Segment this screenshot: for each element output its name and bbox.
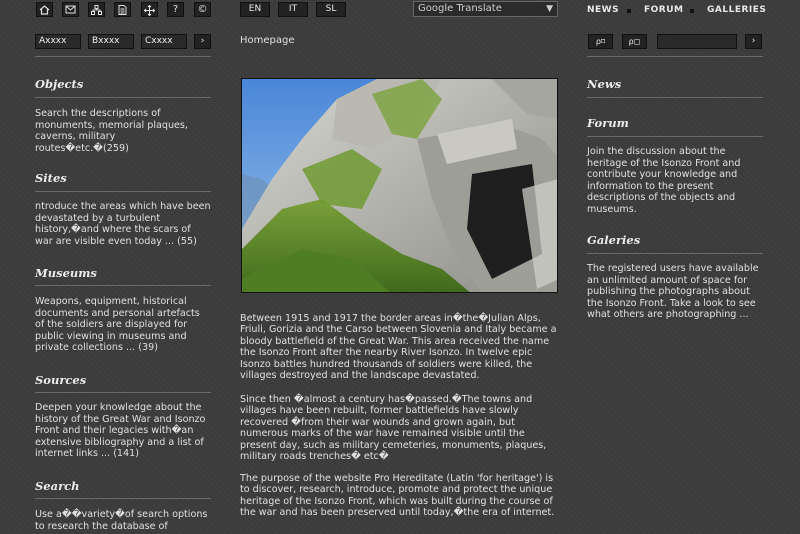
- divider: [587, 97, 763, 98]
- divider: [35, 97, 211, 98]
- nav-separator: [690, 9, 694, 13]
- search-input[interactable]: [657, 34, 737, 49]
- divider: [35, 498, 211, 499]
- sitemap-icon[interactable]: [88, 2, 105, 17]
- mail-icon[interactable]: [62, 2, 79, 17]
- field-c[interactable]: Cxxxx: [141, 34, 187, 49]
- galeries-description: The registered users have available an u…: [587, 263, 759, 320]
- divider: [587, 136, 763, 137]
- google-translate-select[interactable]: Google Translate ▼: [413, 1, 558, 17]
- heading-search[interactable]: Search: [35, 479, 80, 493]
- heading-sites[interactable]: Sites: [35, 171, 67, 185]
- chevron-down-icon: ▼: [546, 4, 553, 14]
- intro-paragraph-2: Since then �almost a century has�passed.…: [240, 394, 547, 463]
- heading-objects[interactable]: Objects: [35, 77, 83, 91]
- document-icon[interactable]: [114, 2, 131, 17]
- lang-sl-button[interactable]: SL: [316, 2, 346, 17]
- lang-it-button[interactable]: IT: [278, 2, 308, 17]
- divider: [35, 392, 211, 393]
- intro-paragraph-3: The purpose of the website Pro Hereditat…: [240, 473, 555, 519]
- divider: [587, 253, 763, 254]
- nav-separator: [627, 9, 631, 13]
- google-translate-label: Google Translate: [418, 3, 502, 14]
- museums-description: Weapons, equipment, historical documents…: [35, 296, 200, 353]
- heading-galeries[interactable]: Galeries: [587, 233, 640, 247]
- go-button[interactable]: ›: [194, 34, 211, 49]
- heading-forum[interactable]: Forum: [587, 116, 629, 130]
- heading-news[interactable]: News: [587, 77, 621, 91]
- mountain-photo-illustration: [242, 79, 557, 292]
- search-option-button[interactable]: ⍴⌑: [588, 34, 613, 49]
- search-option-button-2[interactable]: ⍴◻: [622, 34, 647, 49]
- field-b[interactable]: Bxxxx: [88, 34, 134, 49]
- heading-sources[interactable]: Sources: [35, 373, 86, 387]
- objects-description: Search the descriptions of monuments, me…: [35, 108, 188, 154]
- divider: [35, 285, 211, 286]
- divider: [35, 191, 211, 192]
- copyright-icon[interactable]: ©: [194, 2, 211, 17]
- divider: [587, 56, 763, 57]
- lang-en-button[interactable]: EN: [240, 2, 270, 17]
- hero-photo: [241, 78, 558, 293]
- home-icon[interactable]: [36, 2, 53, 17]
- forum-description: Join the discussion about the heritage o…: [587, 146, 741, 215]
- search-description: Use a��variety�of search options to rese…: [35, 509, 208, 532]
- breadcrumb[interactable]: Homepage: [240, 35, 295, 46]
- field-a[interactable]: Axxxx: [35, 34, 81, 49]
- sources-description: Deepen your knowledge about the history …: [35, 402, 206, 459]
- nav-news[interactable]: NEWS: [587, 5, 619, 15]
- heading-museums[interactable]: Museums: [35, 266, 97, 280]
- help-icon[interactable]: ?: [167, 2, 184, 17]
- sites-description: ntroduce the areas which have been devas…: [35, 201, 211, 247]
- nav-galleries[interactable]: GALLERIES: [707, 5, 766, 15]
- move-icon[interactable]: [141, 2, 158, 17]
- nav-forum[interactable]: FORUM: [644, 5, 684, 15]
- divider: [35, 56, 211, 57]
- intro-paragraph-1: Between 1915 and 1917 the border areas i…: [240, 313, 557, 382]
- search-go-button[interactable]: ›: [745, 34, 762, 49]
